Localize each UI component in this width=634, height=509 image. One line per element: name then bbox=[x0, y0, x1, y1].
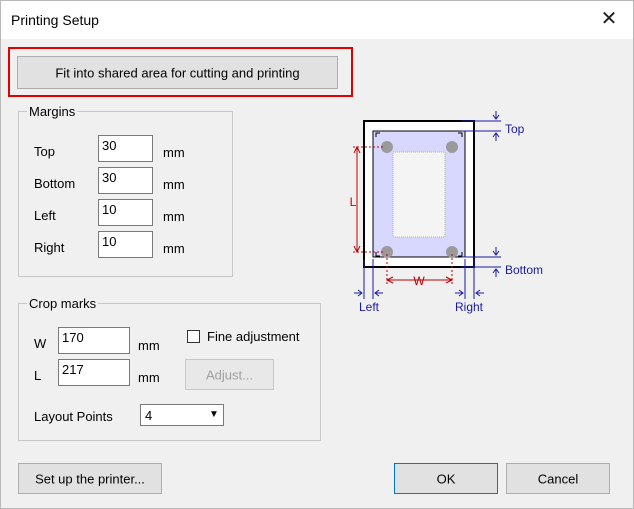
cancel-label: Cancel bbox=[537, 471, 579, 486]
right-label: Right bbox=[34, 240, 65, 255]
margins-legend: Margins bbox=[27, 104, 78, 119]
w-label: W bbox=[413, 274, 425, 288]
close-icon[interactable]: ✕ bbox=[597, 7, 621, 31]
setup-printer-label: Set up the printer... bbox=[35, 471, 145, 486]
crop-w-input[interactable]: 170 bbox=[58, 327, 130, 354]
layout-points-label: Layout Points bbox=[34, 409, 113, 424]
left-margin-input[interactable]: 10 bbox=[98, 199, 153, 226]
fine-adjustment-checkbox[interactable] bbox=[187, 330, 200, 343]
shared-area bbox=[392, 151, 446, 238]
chevron-down-icon[interactable]: ▼ bbox=[205, 405, 223, 425]
crop-mark-bottom-right bbox=[446, 246, 458, 258]
crop-w-label: W bbox=[34, 336, 47, 351]
left-label: Left bbox=[34, 208, 56, 223]
dialog-title: Printing Setup bbox=[11, 12, 99, 28]
cancel-button[interactable]: Cancel bbox=[506, 463, 610, 494]
crop-mark-top-right bbox=[446, 141, 458, 153]
right-unit: mm bbox=[163, 241, 185, 256]
crop-l-label: L bbox=[34, 368, 42, 383]
printing-setup-dialog: Printing Setup ✕ Fit into shared area fo… bbox=[0, 0, 634, 509]
bottom-label: Bottom bbox=[34, 176, 76, 191]
fit-shared-area-button[interactable]: Fit into shared area for cutting and pri… bbox=[17, 56, 338, 89]
top-margin-input[interactable]: 30 bbox=[98, 135, 153, 162]
setup-printer-button[interactable]: Set up the printer... bbox=[18, 463, 162, 494]
crop-l-input[interactable]: 217 bbox=[58, 359, 130, 386]
ok-button[interactable]: OK bbox=[394, 463, 498, 494]
bottom-margin-input[interactable]: 30 bbox=[98, 167, 153, 194]
fine-adjustment-label: Fine adjustment bbox=[207, 329, 300, 344]
layout-points-value: 4 bbox=[145, 408, 153, 423]
bottom-dim-label: Bottom bbox=[505, 263, 543, 277]
ok-label: OK bbox=[436, 471, 456, 486]
adjust-button[interactable]: Adjust... bbox=[185, 359, 274, 390]
left-unit: mm bbox=[163, 209, 185, 224]
layout-points-select[interactable]: 4 ▼ bbox=[140, 404, 224, 426]
top-label: Top bbox=[34, 144, 55, 159]
left-dim-label: Left bbox=[359, 300, 380, 314]
crop-l-unit: mm bbox=[138, 370, 160, 385]
adjust-button-label: Adjust... bbox=[206, 367, 253, 382]
top-dim-label: Top bbox=[505, 122, 525, 136]
l-label: L bbox=[350, 195, 357, 209]
crop-marks-legend: Crop marks bbox=[27, 296, 99, 311]
layout-diagram: L W Top Bottom Left Right bbox=[350, 111, 543, 314]
right-dim-label: Right bbox=[455, 300, 484, 314]
title-bar: Printing Setup ✕ bbox=[1, 1, 633, 39]
right-margin-input[interactable]: 10 bbox=[98, 231, 153, 258]
crop-w-unit: mm bbox=[138, 338, 160, 353]
fit-shared-area-label: Fit into shared area for cutting and pri… bbox=[55, 65, 300, 80]
top-unit: mm bbox=[163, 145, 185, 160]
bottom-unit: mm bbox=[163, 177, 185, 192]
